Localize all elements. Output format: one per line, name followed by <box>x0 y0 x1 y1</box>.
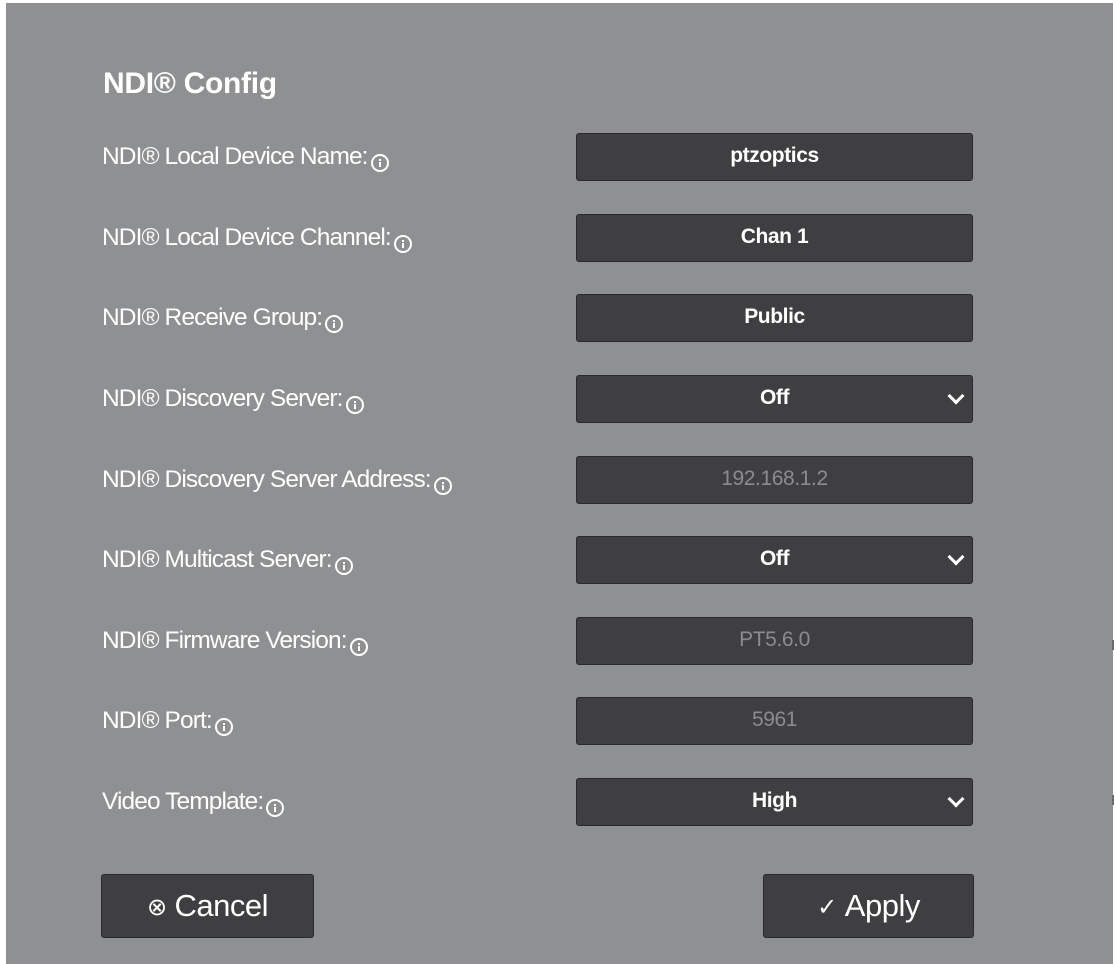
ndi-config-dialog: NDI® Config NDI® Local Device Name: ptzo… <box>6 3 1113 964</box>
row-label-text: NDI® Multicast Server: <box>102 546 333 573</box>
row-label-text: NDI® Discovery Server Address: <box>102 466 432 493</box>
local-device-channel-input[interactable]: Chan 1 <box>576 214 973 262</box>
row-label-text: NDI® Local Device Channel: <box>102 224 392 251</box>
label-local-device-channel: NDI® Local Device Channel: <box>102 214 412 262</box>
receive-group-input[interactable]: Public <box>576 294 973 342</box>
label-receive-group: NDI® Receive Group: <box>102 294 344 342</box>
row-label-text: NDI® Discovery Server: <box>102 385 343 412</box>
row-label-text: NDI® Receive Group: <box>102 304 323 331</box>
x-circle-icon: ⊗ <box>146 893 167 921</box>
chevron-down-icon <box>947 548 965 566</box>
discovery-server-select[interactable]: Off <box>576 375 973 423</box>
apply-button[interactable]: ✓ Apply <box>763 874 974 938</box>
info-icon[interactable] <box>349 638 368 656</box>
check-circle-icon: ✓ <box>817 893 837 921</box>
row-label-text: NDI® Firmware Version: <box>102 627 348 654</box>
info-icon[interactable] <box>334 557 353 575</box>
info-icon[interactable] <box>266 799 285 817</box>
row-label-text: Video Template: <box>102 788 264 815</box>
select-value: Off <box>759 386 790 409</box>
cancel-button-label: Cancel <box>174 888 269 923</box>
label-multicast-server: NDI® Multicast Server: <box>102 536 353 584</box>
info-icon[interactable] <box>393 235 412 253</box>
chevron-down-icon <box>947 387 965 405</box>
edge-divider <box>1112 640 1114 650</box>
row-label-text: NDI® Port: <box>102 707 213 734</box>
label-video-template: Video Template: <box>102 778 285 826</box>
dialog-title: NDI® Config <box>103 67 277 100</box>
chevron-down-icon <box>947 790 965 808</box>
apply-button-label: Apply <box>844 888 921 923</box>
info-icon[interactable] <box>325 315 344 333</box>
cancel-button[interactable]: ⊗ Cancel <box>101 874 314 938</box>
edge-divider <box>1112 795 1114 805</box>
label-firmware-version: NDI® Firmware Version: <box>102 617 368 665</box>
select-value: Off <box>759 547 790 570</box>
label-ndi-port: NDI® Port: <box>102 697 233 745</box>
info-icon[interactable] <box>345 396 364 414</box>
label-local-device-name: NDI® Local Device Name: <box>102 133 389 181</box>
label-discovery-server: NDI® Discovery Server: <box>102 375 364 423</box>
firmware-version-input[interactable]: PT5.6.0 <box>576 617 973 665</box>
select-value: High <box>751 789 798 812</box>
info-icon[interactable] <box>214 718 233 736</box>
local-device-name-input[interactable]: ptzoptics <box>576 133 973 181</box>
discovery-server-address-input[interactable]: 192.168.1.2 <box>576 456 973 504</box>
info-icon[interactable] <box>370 154 389 172</box>
ndi-port-input[interactable]: 5961 <box>576 697 973 745</box>
video-template-select[interactable]: High <box>576 778 973 826</box>
row-label-text: NDI® Local Device Name: <box>102 143 368 170</box>
multicast-server-select[interactable]: Off <box>576 536 973 584</box>
info-icon[interactable] <box>433 477 452 495</box>
label-discovery-server-address: NDI® Discovery Server Address: <box>102 456 452 504</box>
